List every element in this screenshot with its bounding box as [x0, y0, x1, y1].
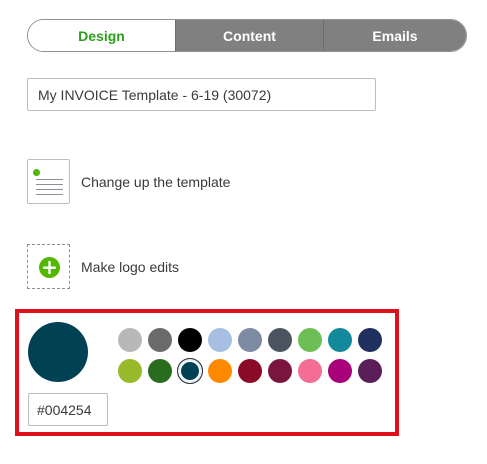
logo-edit-option[interactable]: + Make logo edits: [27, 244, 179, 289]
tab-content[interactable]: Content: [175, 20, 323, 51]
logo-placeholder: +: [27, 244, 70, 289]
color-swatch[interactable]: [358, 359, 382, 383]
color-swatch[interactable]: [268, 328, 292, 352]
design-tabs: Design Content Emails: [27, 19, 467, 52]
color-swatch[interactable]: [268, 359, 292, 383]
color-swatch[interactable]: [298, 359, 322, 383]
color-swatch[interactable]: [178, 328, 202, 352]
color-swatch[interactable]: [358, 328, 382, 352]
color-swatch[interactable]: [177, 358, 203, 384]
color-swatch[interactable]: [238, 359, 262, 383]
tab-emails[interactable]: Emails: [323, 20, 466, 51]
template-name-input[interactable]: [27, 78, 376, 111]
color-swatch[interactable]: [148, 328, 172, 352]
hex-color-input[interactable]: [28, 393, 108, 426]
color-swatch[interactable]: [208, 359, 232, 383]
logo-edit-label: Make logo edits: [81, 258, 180, 275]
color-swatch[interactable]: [298, 328, 322, 352]
color-swatch[interactable]: [118, 359, 142, 383]
change-template-label: Change up the template: [81, 173, 231, 190]
add-logo-icon: +: [39, 257, 60, 278]
tab-design[interactable]: Design: [28, 20, 175, 51]
color-swatch[interactable]: [238, 328, 262, 352]
color-swatch[interactable]: [328, 359, 352, 383]
color-swatch[interactable]: [208, 328, 232, 352]
selected-color-preview: [28, 322, 88, 382]
color-swatch[interactable]: [328, 328, 352, 352]
template-thumbnail-icon: [27, 159, 70, 204]
color-swatch[interactable]: [118, 328, 142, 352]
color-swatch[interactable]: [148, 359, 172, 383]
color-swatch-grid: [117, 327, 383, 384]
change-template-option[interactable]: Change up the template: [27, 159, 230, 204]
